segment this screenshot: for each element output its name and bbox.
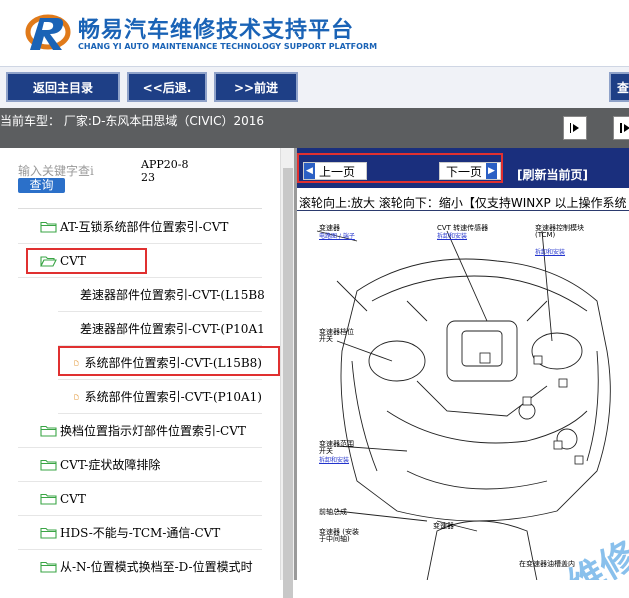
document-icon [74,393,79,400]
tree-item-label: 差速器部件位置索引-CVT-(P10A1 [80,322,265,336]
tree-item[interactable]: 从-N-位置模式换档至-D-位置模式时 [18,550,262,580]
label-front-axle: 前轴总成 [319,508,347,516]
tree-item[interactable]: 系统部件位置索引-CVT-(P10A1) [58,380,262,414]
app-title: 畅易汽车维修技术支持平台 [78,18,355,43]
directory-panel: 输入关键字查i 查询 APP20-823 AT-互锁系统部件位置索引-CVT CV… [0,148,294,580]
link-range-switch[interactable]: 拆卸和安装 [319,457,349,464]
next-frame-button[interactable] [563,116,587,140]
current-vehicle: 当前车型： 厂家:D-东风本田思域（CIVIC）2016 [0,114,265,128]
zoom-hint: 滚轮向上:放大 滚轮向下：缩小【仅支持WINXP 以上操作系统 [299,196,627,210]
tree-item-label: CVT-症状故障排除 [60,458,161,472]
link-speed-sensor[interactable]: 拆卸和安装 [437,233,467,240]
last-frame-button[interactable] [613,116,629,140]
forward-button[interactable]: >>前进 [214,72,298,102]
label-tcm: 变速器控制模块 (TCM) [535,224,584,239]
scroll-thumb[interactable] [283,168,293,598]
label-countershaft: 变速器 (安装于中间轴) [319,528,359,543]
tree-item[interactable]: CVT [18,482,262,516]
refresh-page-link[interactable]: [刷新当前页] [517,166,588,183]
folder-icon [40,459,57,471]
search-button[interactable]: 查询 [18,178,65,193]
tree-item-label: 换档位置指示灯部件位置索引-CVT [60,424,246,438]
tree-item-label: HDS-不能与-TCM-通信-CVT [60,526,221,540]
tree-item-label: 系统部件位置索引-CVT-(P10A1) [84,390,262,404]
label-gear-switch: 变速器档位开关 [319,328,354,343]
tree-item[interactable]: HDS-不能与-TCM-通信-CVT [18,516,262,550]
search-divider [18,208,262,209]
tree-item-label: CVT [60,491,86,506]
back-button[interactable]: <<后退. [127,72,207,102]
highlight-cvt-folder [26,248,147,274]
component-location-diagram: 变速器 电路图 / 端子 CVT 转速传感器 拆卸和安装 变速器控制模块 (TC… [297,210,629,580]
play-end-icon [620,123,629,133]
folder-icon [40,425,57,437]
folder-icon [40,527,57,539]
label-transmission: 变速器 [319,224,340,232]
app-subtitle: CHANG YI AUTO MAINTENANCE TECHNOLOGY SUP… [78,42,378,51]
label-range-switch: 变速器范围开关 [319,440,354,455]
app-code: APP20-823 [141,158,189,184]
link-tcm[interactable]: 拆卸和安装 [535,249,565,256]
app-header: 畅易汽车维修技术支持平台 CHANG YI AUTO MAINTENANCE T… [0,0,629,66]
page-nav-bar: ◀ 上一页 下一页 ▶ [刷新当前页] [297,148,629,188]
play-icon [570,123,579,133]
tree-scrollbar[interactable] [280,148,294,598]
tree-item[interactable]: 差速器部件位置索引-CVT-(L15B8 [58,278,265,312]
folder-icon [40,221,57,233]
search-input[interactable]: 输入关键字查i [18,162,94,179]
tree-item[interactable]: 换档位置指示灯部件位置索引-CVT [18,414,262,448]
tree-item[interactable]: CVT-症状故障排除 [18,448,262,482]
tree-item-label: 从-N-位置模式换档至-D-位置模式时 [60,560,253,574]
tree-item[interactable]: AT-互锁系统部件位置索引-CVT [18,210,262,244]
nav-toolbar: 返回主目录 <<后退. >>前进 查 [0,66,629,108]
folder-icon [40,493,57,505]
label-transmission-2: 变速器 [433,522,454,530]
query-button[interactable]: 查 [609,72,629,102]
highlight-system-index [58,346,280,376]
tree-item-label: AT-互锁系统部件位置索引-CVT [60,220,229,234]
link-transmission[interactable]: 电路图 / 端子 [319,233,369,240]
label-cvt-speed-sensor: CVT 转速传感器 [437,224,489,232]
return-main-button[interactable]: 返回主目录 [6,72,120,102]
document-viewer: ◀ 上一页 下一页 ▶ [刷新当前页] 滚轮向上:放大 滚轮向下：缩小【仅支持W… [297,148,629,580]
logo-icon [25,14,71,50]
highlight-page-nav [297,153,503,183]
tree-item[interactable]: 差速器部件位置索引-CVT-(P10A1 [58,312,265,346]
vehicle-info-bar: 当前车型： 厂家:D-东风本田思域（CIVIC）2016 [0,108,629,148]
folder-icon [40,561,57,573]
tree-item-label: 差速器部件位置索引-CVT-(L15B8 [80,288,265,302]
